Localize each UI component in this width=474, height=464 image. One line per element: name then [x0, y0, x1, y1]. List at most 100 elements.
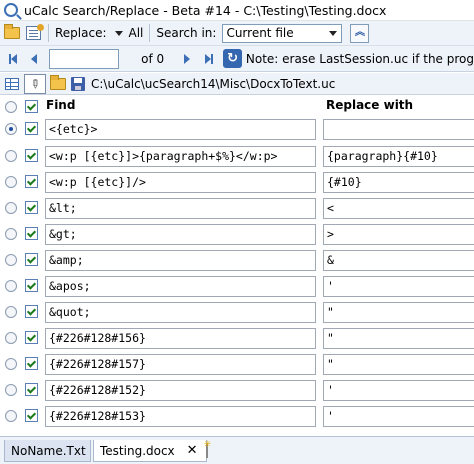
- find-cell[interactable]: {#226#128#156}: [45, 328, 316, 349]
- replace-cell[interactable]: &: [323, 250, 474, 271]
- search-in-select[interactable]: Current file: [222, 23, 343, 43]
- row-enabled-checkbox[interactable]: [25, 305, 38, 318]
- replace-cell[interactable]: ": [323, 328, 474, 349]
- row-enabled-checkbox[interactable]: [25, 253, 38, 266]
- find-cell[interactable]: <{etc}>: [45, 119, 316, 140]
- table-row: &quot; ": [0, 300, 474, 326]
- file-tab-noname[interactable]: NoName.Txt: [4, 440, 91, 462]
- row-radio[interactable]: [5, 306, 17, 318]
- replace-cell[interactable]: {paragraph}{#10}: [323, 146, 474, 167]
- find-cell[interactable]: {#226#128#153}: [45, 406, 316, 427]
- row-radio[interactable]: [5, 332, 17, 344]
- magnifier-app-icon: [4, 3, 18, 17]
- replace-scope-value[interactable]: All: [129, 26, 144, 40]
- table-row: {#226#128#157} ": [0, 352, 474, 378]
- row-radio[interactable]: [5, 202, 17, 214]
- window-title: uCalc Search/Replace - Beta #14 - C:\Tes…: [24, 2, 387, 18]
- last-result-icon[interactable]: [200, 50, 218, 68]
- toolbar-separator: [48, 24, 49, 42]
- row-radio[interactable]: [5, 101, 17, 113]
- replace-cell[interactable]: ': [323, 276, 474, 297]
- row-enabled-checkbox[interactable]: [25, 409, 38, 422]
- pin-icon: ✎: [26, 74, 44, 93]
- file-tab-testing[interactable]: Testing.docx ✕: [93, 440, 211, 462]
- save-icon[interactable]: [71, 76, 85, 91]
- replace-cell[interactable]: ": [323, 302, 474, 323]
- next-result-icon[interactable]: [178, 50, 196, 68]
- table-row: <w:p [{etc}]>{paragraph+$%}</w:p> {parag…: [0, 144, 474, 170]
- properties-icon[interactable]: [24, 24, 44, 42]
- replace-cell[interactable]: <: [323, 198, 474, 219]
- result-index-input[interactable]: [49, 48, 120, 69]
- first-result-icon[interactable]: [4, 50, 22, 68]
- row-radio[interactable]: [5, 358, 17, 370]
- row-radio[interactable]: [5, 280, 17, 292]
- row-radio[interactable]: [5, 384, 17, 396]
- row-enabled-checkbox[interactable]: [25, 149, 38, 162]
- row-radio[interactable]: [5, 410, 17, 422]
- pin-button[interactable]: ✎: [24, 73, 46, 94]
- find-cell[interactable]: {#226#128#157}: [45, 354, 316, 375]
- table-row: <{etc}>: [0, 117, 474, 143]
- row-radio[interactable]: [5, 176, 17, 188]
- table-row: {#226#128#153} ': [0, 404, 474, 430]
- main-toolbar: Replace: All Search in: Current file ︽: [0, 21, 474, 46]
- table-row: {#226#128#152} ': [0, 378, 474, 404]
- search-in-value: Current file: [226, 26, 294, 40]
- file-tab-label: NoName.Txt: [11, 443, 86, 458]
- row-radio[interactable]: [5, 123, 17, 135]
- find-replace-grid: Find Replace with <{etc}> <w:p [{etc}]>{…: [0, 95, 474, 436]
- replace-cell[interactable]: >: [323, 224, 474, 245]
- search-in-label: Search in:: [156, 26, 217, 40]
- replace-scope-dropdown-icon[interactable]: [114, 30, 123, 36]
- toolbar-separator: [149, 24, 151, 42]
- open-folder-icon[interactable]: [49, 74, 67, 93]
- file-tab-label: Testing.docx: [100, 443, 175, 458]
- replace-cell[interactable]: [323, 119, 474, 140]
- table-row: &apos; ': [0, 274, 474, 300]
- session-note: Note: erase LastSession.uc if the prog: [245, 51, 474, 66]
- table-row: &amp; &: [0, 248, 474, 274]
- replace-cell[interactable]: {#10}: [323, 172, 474, 193]
- table-row: {#226#128#156} ": [0, 326, 474, 352]
- find-cell[interactable]: &apos;: [45, 276, 316, 297]
- find-cell[interactable]: &amp;: [45, 250, 316, 271]
- row-enabled-checkbox[interactable]: [25, 122, 38, 135]
- find-cell[interactable]: &gt;: [45, 224, 316, 245]
- row-radio[interactable]: [5, 228, 17, 240]
- row-radio[interactable]: [5, 254, 17, 266]
- close-icon[interactable]: ✕: [187, 443, 198, 458]
- definition-toolbar: ✎ C:\uCalc\ucSearch14\Misc\DocxToText.uc: [0, 73, 474, 95]
- row-enabled-checkbox[interactable]: [25, 279, 38, 292]
- grid-view-icon[interactable]: [5, 77, 19, 90]
- row-radio[interactable]: [5, 150, 17, 162]
- table-row: &gt; >: [0, 222, 474, 248]
- collapse-button[interactable]: ︽: [350, 23, 370, 43]
- previous-result-icon[interactable]: [26, 50, 44, 68]
- row-enabled-checkbox[interactable]: [25, 331, 38, 344]
- replace-cell[interactable]: ': [323, 380, 474, 401]
- chevron-down-icon[interactable]: [325, 25, 341, 42]
- find-cell[interactable]: <w:p [{etc}]>{paragraph+$%}</w:p>: [45, 146, 316, 167]
- open-folder-icon[interactable]: [3, 24, 21, 42]
- row-enabled-checkbox[interactable]: [25, 357, 38, 370]
- file-tab-bar: NoName.Txt Testing.docx ✕: [0, 436, 474, 464]
- refresh-icon[interactable]: ↻: [223, 49, 242, 68]
- row-enabled-checkbox[interactable]: [25, 227, 38, 240]
- replace-cell[interactable]: ": [323, 354, 474, 375]
- find-cell[interactable]: {#226#128#152}: [45, 380, 316, 401]
- find-cell[interactable]: <w:p [{etc}]/>: [45, 172, 316, 193]
- definition-file-path: C:\uCalc\ucSearch14\Misc\DocxToText.uc: [91, 76, 336, 91]
- row-enabled-checkbox[interactable]: [25, 100, 38, 113]
- row-enabled-checkbox[interactable]: [25, 201, 38, 214]
- title-bar: uCalc Search/Replace - Beta #14 - C:\Tes…: [0, 0, 474, 21]
- find-cell[interactable]: &lt;: [45, 198, 316, 219]
- double-chevron-up-icon: ︽: [354, 27, 365, 38]
- find-cell[interactable]: &quot;: [45, 302, 316, 323]
- table-row: <w:p [{etc}]/> {#10}: [0, 170, 474, 196]
- replace-cell[interactable]: ': [323, 406, 474, 427]
- row-enabled-checkbox[interactable]: [25, 175, 38, 188]
- new-file-icon[interactable]: [204, 440, 211, 458]
- row-enabled-checkbox[interactable]: [25, 383, 38, 396]
- replace-label: Replace:: [55, 26, 107, 40]
